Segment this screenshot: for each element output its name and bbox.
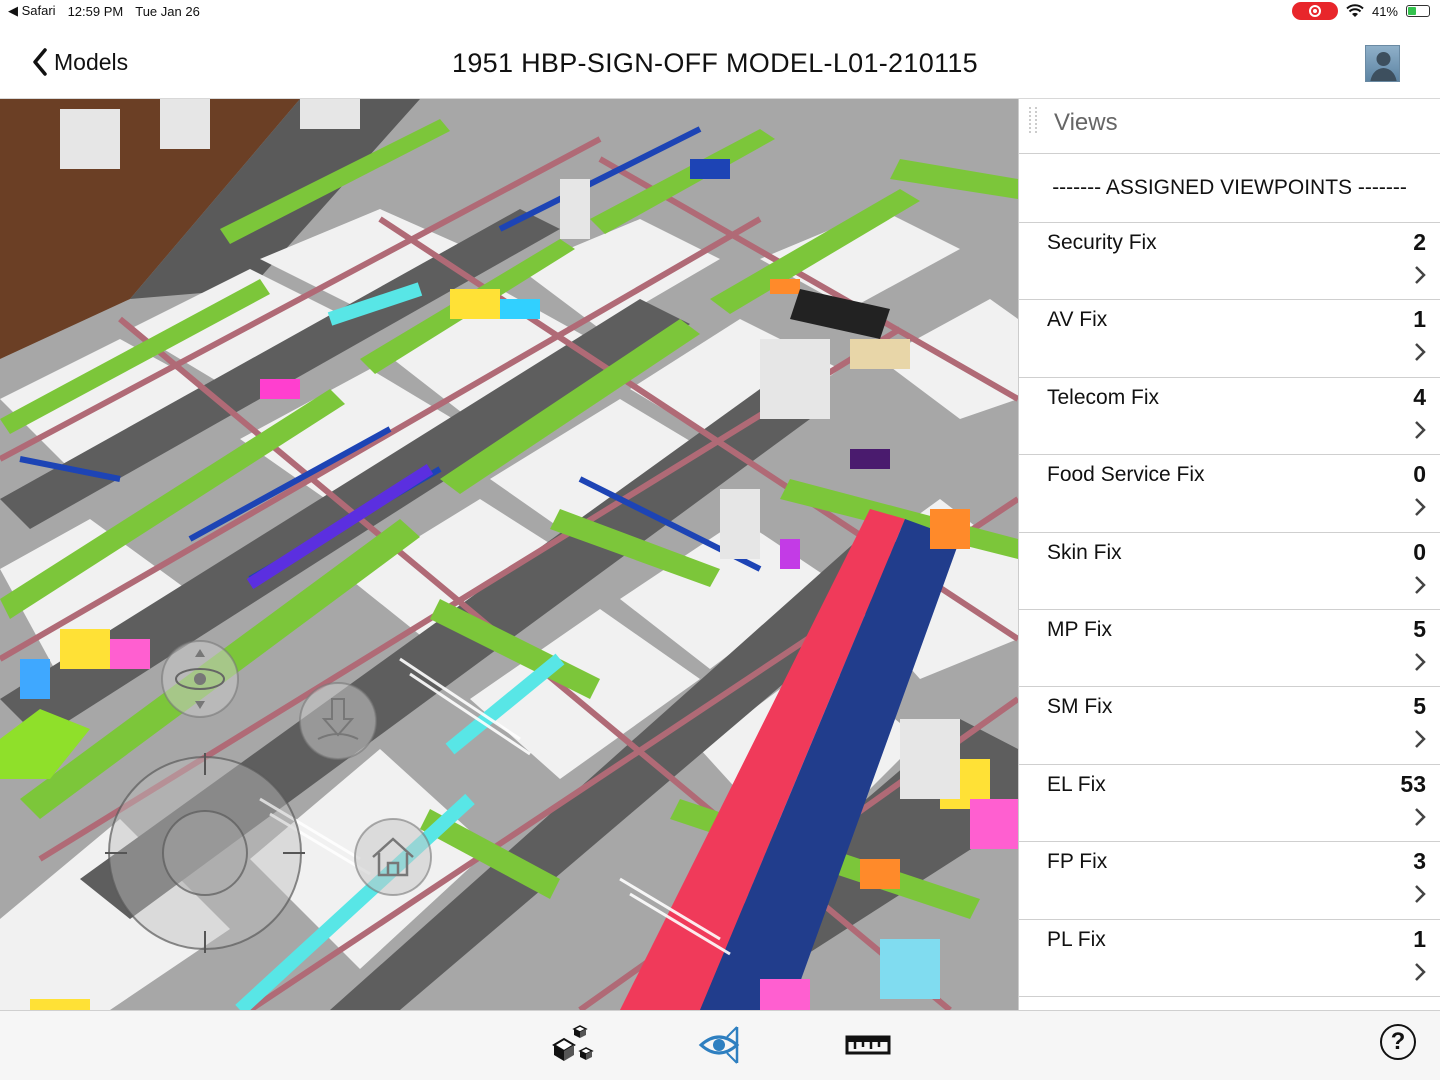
viewpoint-label: Security Fix — [1047, 231, 1157, 254]
viewpoint-label: EL Fix — [1047, 772, 1106, 796]
viewpoint-item-security-fix[interactable]: Security Fix 2 — [1019, 223, 1440, 301]
chevron-right-icon — [1415, 962, 1426, 981]
status-time: 12:59 PM — [67, 3, 124, 19]
viewpoint-label: MP Fix — [1047, 617, 1112, 641]
viewpoint-count: 2 — [1413, 229, 1426, 255]
ruler-icon — [845, 1035, 891, 1055]
status-date: Tue Jan 26 — [135, 3, 200, 19]
chevron-right-icon — [1415, 730, 1426, 749]
views-button[interactable] — [697, 1023, 745, 1072]
orbit-icon — [161, 640, 239, 718]
viewpoint-label: Skin Fix — [1047, 540, 1122, 564]
battery-fill — [1408, 7, 1417, 15]
viewpoint-item-skin-fix[interactable]: Skin Fix 0 — [1019, 533, 1440, 610]
viewpoint-count: 0 — [1413, 461, 1426, 488]
record-icon — [1308, 5, 1321, 17]
viewpoint-item-telecom-fix[interactable]: Telecom Fix 4 — [1019, 378, 1440, 456]
viewpoint-count: 53 — [1400, 770, 1426, 797]
joystick-icon — [105, 753, 305, 953]
views-panel-header: Views — [1019, 99, 1440, 154]
battery-percent: 41% — [1371, 3, 1398, 19]
chevron-right-icon — [1415, 420, 1426, 439]
viewpoint-item-pl-fix[interactable]: PL Fix 1 — [1019, 920, 1440, 997]
walk-control[interactable] — [298, 681, 378, 766]
footsteps-icon — [299, 682, 377, 760]
viewpoint-item-food-service-fix[interactable]: Food Service Fix 0 — [1019, 455, 1440, 533]
assigned-viewpoints-header: ------- ASSIGNED VIEWPOINTS ------- — [1019, 154, 1440, 223]
bottom-toolbar: ? — [0, 1010, 1440, 1080]
viewpoint-label: Telecom Fix — [1047, 385, 1160, 409]
viewpoint-label: PL Fix — [1047, 927, 1106, 951]
chevron-right-icon — [1415, 343, 1426, 362]
viewpoint-label: AV Fix — [1047, 308, 1108, 332]
chevron-right-icon — [1415, 885, 1426, 904]
screen-recording-indicator[interactable] — [1291, 2, 1338, 20]
nav-header: Models 1951 HBP-SIGN-OFF MODEL-L01-21011… — [0, 22, 1440, 99]
viewpoint-count: 5 — [1413, 615, 1426, 642]
back-to-app-label[interactable]: ◀ Safari — [8, 3, 56, 19]
objects-button[interactable] — [548, 1023, 596, 1072]
measure-button[interactable] — [844, 1023, 892, 1072]
chevron-right-icon — [1415, 266, 1426, 284]
cubes-icon — [552, 1025, 594, 1061]
viewpoint-count: 3 — [1413, 848, 1426, 875]
viewpoint-item-sm-fix[interactable]: SM Fix 5 — [1019, 687, 1440, 765]
chevron-right-icon — [1415, 807, 1426, 826]
chevron-right-icon — [1415, 575, 1426, 594]
viewpoint-item-el-fix[interactable]: EL Fix 53 — [1019, 765, 1440, 843]
views-panel-title: Views — [1054, 109, 1118, 136]
joystick-control[interactable] — [105, 753, 305, 958]
chevron-right-icon — [1415, 653, 1426, 671]
viewpoint-count: 0 — [1413, 538, 1426, 565]
home-icon — [354, 818, 432, 896]
viewpoint-count: 1 — [1413, 925, 1426, 952]
avatar[interactable] — [1365, 45, 1400, 82]
home-view-button[interactable] — [353, 817, 433, 902]
drag-handle[interactable] — [1029, 107, 1037, 133]
eye-icon — [698, 1026, 740, 1064]
viewpoint-item-av-fix[interactable]: AV Fix 1 — [1019, 300, 1440, 378]
model-3d-viewport[interactable] — [0, 99, 1018, 1010]
views-panel: Views ------- ASSIGNED VIEWPOINTS ------… — [1018, 99, 1440, 1010]
viewpoint-label: FP Fix — [1047, 850, 1108, 874]
help-icon: ? — [1390, 1028, 1406, 1055]
chevron-right-icon — [1415, 498, 1426, 517]
viewpoint-count: 1 — [1413, 306, 1426, 333]
viewpoint-count: 5 — [1413, 693, 1426, 720]
viewpoint-item-fp-fix[interactable]: FP Fix 3 — [1019, 842, 1440, 920]
user-icon — [1370, 52, 1397, 81]
viewpoint-label: Food Service Fix — [1047, 463, 1205, 487]
page-title: 1951 HBP-SIGN-OFF MODEL-L01-210115 — [452, 48, 978, 78]
battery-icon — [1406, 5, 1430, 17]
orbit-control[interactable] — [160, 639, 240, 724]
viewpoint-label: SM Fix — [1047, 695, 1113, 719]
viewpoint-count: 4 — [1413, 383, 1426, 410]
viewpoint-item-partial[interactable] — [1019, 997, 1440, 1010]
status-bar: ◀ Safari 12:59 PM Tue Jan 26 41% — [0, 0, 1440, 22]
help-button[interactable]: ? — [1380, 1024, 1416, 1060]
wifi-icon — [1346, 4, 1364, 17]
viewpoint-item-mp-fix[interactable]: MP Fix 5 — [1019, 610, 1440, 688]
